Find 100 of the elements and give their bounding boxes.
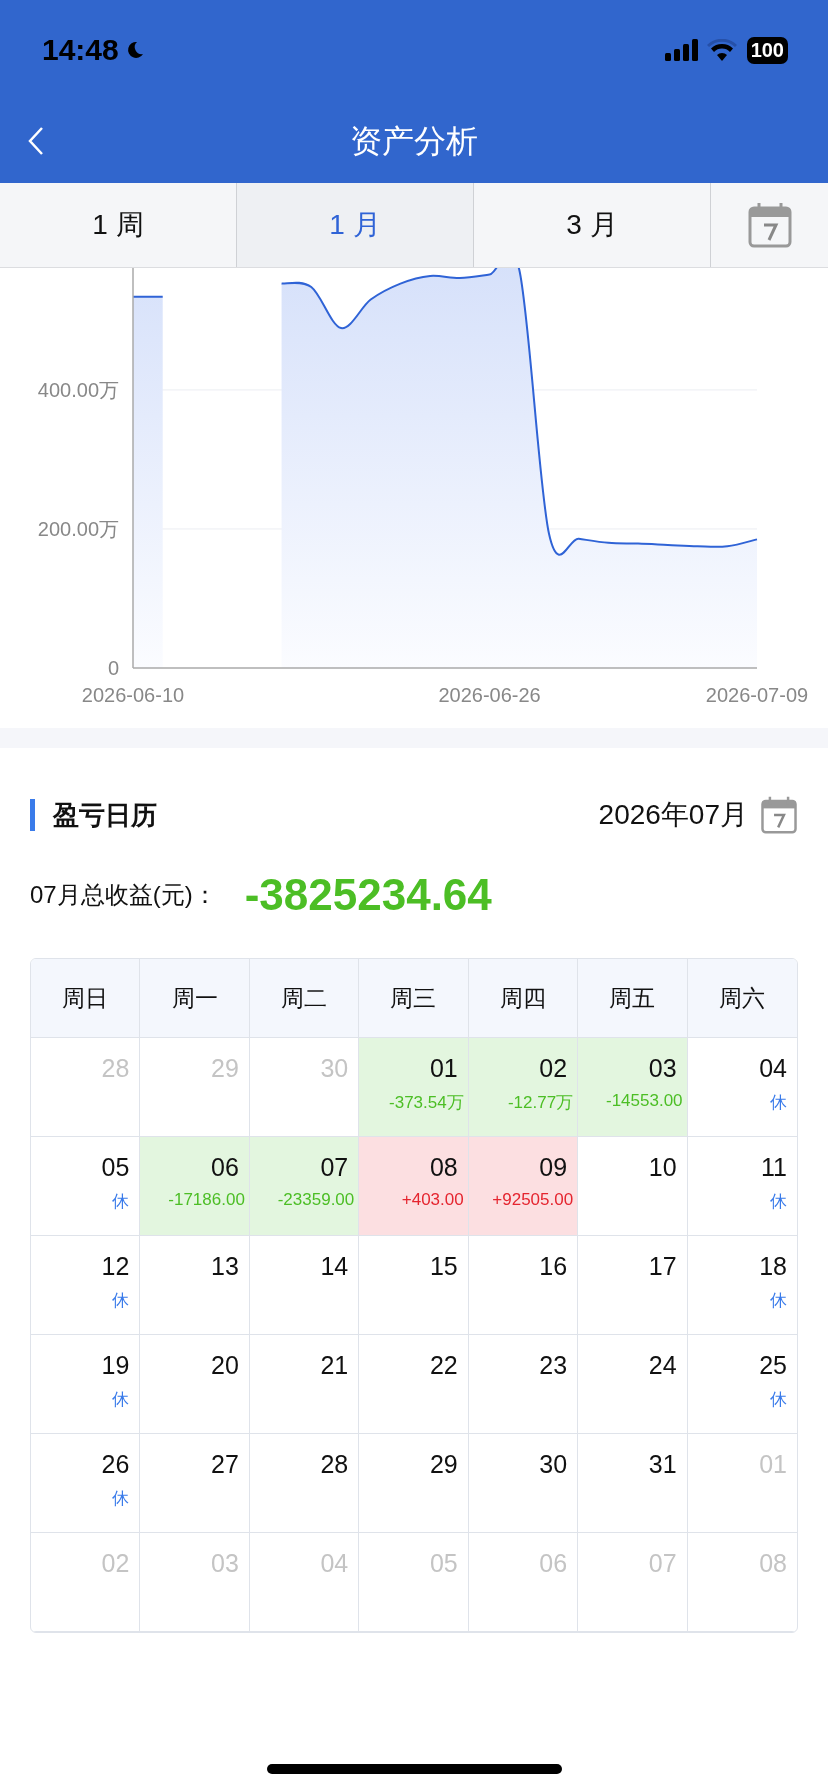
day-cell[interactable]: 09 +92505.00: [468, 1137, 579, 1236]
day-cell[interactable]: 22: [359, 1335, 469, 1434]
day-number: 21: [320, 1351, 349, 1380]
day-cell[interactable]: 02 -12.77万: [468, 1038, 579, 1137]
back-icon: [28, 126, 44, 156]
day-cell[interactable]: 19 休: [31, 1335, 141, 1434]
day-cell[interactable]: 21: [249, 1335, 360, 1434]
day-number: 30: [539, 1450, 568, 1479]
day-cell[interactable]: 01 -373.54万: [359, 1038, 469, 1137]
day-number: 03: [211, 1549, 239, 1578]
day-number: 14: [320, 1252, 349, 1281]
day-number: 29: [211, 1054, 239, 1083]
signal-icon: [664, 39, 701, 61]
status-time: 14:48: [42, 33, 119, 67]
day-note: -23359.00: [277, 1190, 355, 1210]
weekday-header: 周一: [140, 959, 250, 1038]
day-number: 05: [101, 1153, 130, 1182]
day-number: 12: [101, 1252, 130, 1281]
day-number: 25: [759, 1351, 787, 1380]
day-note: 休: [112, 1290, 130, 1312]
day-cell[interactable]: 17: [578, 1236, 688, 1335]
day-cell[interactable]: 16: [468, 1236, 579, 1335]
day-number: 02: [539, 1054, 568, 1083]
day-note: 休: [112, 1389, 130, 1411]
battery-icon: 100: [746, 36, 788, 64]
x-tick-label: 2026-06-26: [438, 684, 541, 706]
day-number: 07: [320, 1153, 349, 1182]
weekday-header: 周日: [31, 959, 141, 1038]
day-cell[interactable]: 03 -14553.00: [578, 1038, 688, 1137]
day-number: 20: [211, 1351, 239, 1380]
y-tick-label: 400.00万: [37, 378, 119, 401]
day-number: 15: [429, 1252, 458, 1281]
day-cell[interactable]: 13: [140, 1236, 250, 1335]
weekday-header: 周五: [578, 959, 688, 1038]
day-note: 休: [770, 1191, 787, 1213]
page-title: 资产分析: [350, 121, 478, 161]
x-tick-label: 2026-06-10: [81, 684, 185, 706]
day-cell[interactable]: 30: [468, 1434, 579, 1533]
day-number: 06: [539, 1549, 568, 1578]
day-note: +403.00: [401, 1190, 464, 1210]
day-number: 31: [648, 1450, 677, 1479]
day-cell[interactable]: 10: [578, 1137, 688, 1236]
day-cell[interactable]: 23: [468, 1335, 579, 1434]
wifi-icon: [706, 39, 737, 61]
day-note: 休: [112, 1488, 130, 1510]
day-number: 22: [429, 1351, 458, 1380]
day-cell[interactable]: 29: [359, 1434, 469, 1533]
day-number: 04: [320, 1549, 349, 1578]
day-cell[interactable]: 26 休: [31, 1434, 141, 1533]
day-note: -14553.00: [606, 1091, 683, 1111]
y-tick-label: 200.00万: [37, 517, 119, 540]
calendar-icon[interactable]: [760, 795, 798, 835]
day-note: +92505.00: [492, 1190, 574, 1210]
calendar-icon: [746, 201, 793, 249]
day-note: 休: [770, 1092, 787, 1114]
day-note: 休: [770, 1290, 787, 1312]
day-cell[interactable]: 20: [140, 1335, 250, 1434]
day-number: 26: [101, 1450, 130, 1479]
section-title: 盈亏日历: [53, 798, 157, 832]
day-number: 17: [648, 1252, 677, 1281]
day-cell[interactable]: 24: [578, 1335, 688, 1434]
day-number: 07: [648, 1549, 677, 1578]
day-note: 休: [112, 1191, 130, 1213]
day-cell[interactable]: 14: [249, 1236, 360, 1335]
day-number: 10: [648, 1153, 677, 1182]
total-label: 07月总收益(元)：: [30, 880, 217, 910]
day-cell[interactable]: 15: [359, 1236, 469, 1335]
day-cell[interactable]: 12 休: [31, 1236, 141, 1335]
day-number: 19: [101, 1351, 130, 1380]
day-number: 23: [539, 1351, 568, 1380]
period-tab[interactable]: 1 月: [237, 183, 474, 267]
day-number: 30: [320, 1054, 349, 1083]
weekday-header: 周三: [359, 959, 469, 1038]
day-note: -373.54万: [389, 1092, 464, 1114]
day-number: 08: [429, 1153, 458, 1182]
day-number: 27: [211, 1450, 239, 1479]
day-cell[interactable]: 31: [578, 1434, 688, 1533]
weekday-header: 周四: [468, 959, 579, 1038]
day-note: -17186.00: [168, 1190, 245, 1210]
day-cell[interactable]: 27: [140, 1434, 250, 1533]
day-cell[interactable]: 25 休: [687, 1335, 797, 1434]
day-number: 04: [759, 1054, 787, 1083]
day-note: -12.77万: [507, 1092, 574, 1114]
weekday-header: 周二: [249, 959, 360, 1038]
day-number: 02: [101, 1549, 130, 1578]
day-number: 11: [761, 1153, 787, 1182]
day-cell[interactable]: 07 -23359.00: [249, 1137, 360, 1236]
day-cell[interactable]: 06 -17186.00: [140, 1137, 250, 1236]
day-cell[interactable]: 28: [249, 1434, 360, 1533]
x-tick-label: 2026-07-09: [705, 684, 809, 706]
day-note: 休: [770, 1389, 787, 1411]
day-number: 24: [648, 1351, 677, 1380]
day-cell[interactable]: 11 休: [687, 1137, 797, 1236]
day-cell[interactable]: 08 +403.00: [359, 1137, 469, 1236]
day-cell[interactable]: 18 休: [687, 1236, 797, 1335]
day-cell[interactable]: 04 休: [687, 1038, 797, 1137]
day-number: 09: [539, 1153, 568, 1182]
day-number: 06: [211, 1153, 239, 1182]
day-number: 18: [759, 1252, 787, 1281]
day-number: 05: [429, 1549, 458, 1578]
